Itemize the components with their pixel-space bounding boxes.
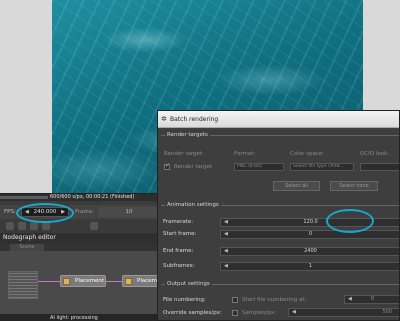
subframes-value: 1 <box>308 263 313 269</box>
fps-value: 240.000 <box>33 209 57 215</box>
framerate-slider[interactable]: ◀ 120.0 <box>220 218 399 227</box>
format-select[interactable]: PNG (8-bit) <box>234 163 284 171</box>
frame-field[interactable]: 10 <box>98 207 160 217</box>
render-target-header: Render target: <box>164 151 204 157</box>
end-frame-slider[interactable]: ◀ 2400 <box>220 247 399 256</box>
node-wire <box>38 281 60 282</box>
render-target-checkbox[interactable] <box>164 162 170 170</box>
nodegraph-canvas[interactable]: Placement Placement <box>0 251 166 314</box>
mesh-thumbnail <box>8 271 38 299</box>
start-frame-slider[interactable]: ◀ 0 <box>220 230 399 239</box>
start-frame-label: Start frame: <box>163 231 197 237</box>
placement-node-1[interactable]: Placement <box>60 275 106 287</box>
step-forward-icon[interactable] <box>42 222 50 230</box>
play-icon[interactable] <box>30 222 38 230</box>
dialog-title: Batch rendering <box>170 116 219 123</box>
section-output-settings[interactable]: Output settings <box>161 280 399 289</box>
frame-value: 10 <box>125 209 133 215</box>
slider-arrow-icon: ◀ <box>348 296 352 302</box>
colorspace-value: Select file type (#0B... <box>293 164 344 169</box>
select-all-button[interactable]: Select all <box>273 181 320 191</box>
render-viewport-panel: 600/600 s/px, 00:00:21 (Finished) FPS: ◀… <box>0 193 166 321</box>
render-status-bar: 600/600 s/px, 00:00:21 (Finished) <box>0 194 160 201</box>
framerate-value: 120.0 <box>303 219 318 225</box>
ai-light-status: AI light: processing <box>50 315 98 321</box>
end-frame-value: 2400 <box>304 248 317 254</box>
override-samples-checkbox[interactable] <box>232 310 238 316</box>
section-title: Render targets <box>165 132 210 138</box>
samples-per-px-value: 500 <box>382 309 392 315</box>
timeline-pause-icon[interactable] <box>90 222 98 230</box>
file-numbering-label: File numbering: <box>163 297 206 303</box>
override-samples-label: Override samples/px: <box>163 310 222 316</box>
tab-scene[interactable]: Scene <box>10 244 44 251</box>
render-progress-bar <box>0 196 48 199</box>
framerate-label: Framerate: <box>163 219 194 225</box>
frame-label: Frame: <box>75 209 94 215</box>
file-numbering-checkbox-label: Start file numbering at: <box>242 297 307 303</box>
rewind-icon[interactable] <box>6 222 14 230</box>
section-render-targets[interactable]: Render targets <box>161 131 399 140</box>
nodegraph-tabbar: Scene <box>0 243 160 251</box>
batch-rendering-dialog: ✲ Batch rendering Render targets Render … <box>157 110 400 321</box>
ocio-header: OCIO look: <box>360 151 390 157</box>
colorspace-header: Color space: <box>290 151 325 157</box>
file-numbering-value: 0 <box>370 296 375 302</box>
fps-increase-icon[interactable]: ▶ <box>61 208 65 216</box>
slider-arrow-icon: ◀ <box>224 248 228 254</box>
placement-node-icon <box>125 278 132 285</box>
slider-arrow-icon: ◀ <box>292 309 296 315</box>
subframes-label: Subframes: <box>163 263 195 269</box>
placement-node-2[interactable]: Placement <box>122 275 166 287</box>
node-label: Placement <box>75 278 105 284</box>
ocio-select[interactable] <box>360 163 399 171</box>
file-numbering-checkbox[interactable] <box>232 297 238 303</box>
render-target-row-label: Render target <box>174 164 213 170</box>
colorspace-select[interactable]: Select file type (#0B... <box>290 163 354 171</box>
slider-arrow-icon: ◀ <box>224 219 228 225</box>
slider-arrow-icon: ◀ <box>224 263 228 269</box>
section-title: Output settings <box>165 281 212 287</box>
format-value: PNG (8-bit) <box>237 164 262 169</box>
node-wire <box>106 281 122 282</box>
fps-row: FPS: ◀ 240.000 ▶ Frame: 10 <box>0 205 160 219</box>
format-header: Format: <box>234 151 256 157</box>
gear-icon: ✲ <box>161 115 167 123</box>
transport-controls <box>0 220 160 232</box>
fps-field[interactable]: ◀ 240.000 ▶ <box>21 207 69 217</box>
file-numbering-start[interactable]: ◀ 0 <box>344 295 399 304</box>
samples-per-px-slider[interactable]: ◀ 500 <box>288 308 399 317</box>
override-samples-checkbox-label: Samples/px: <box>242 310 276 316</box>
fps-decrease-icon[interactable]: ◀ <box>25 208 29 216</box>
section-title: Animation settings <box>165 202 221 208</box>
end-frame-label: End frame: <box>163 248 194 254</box>
placement-node-icon <box>63 278 70 285</box>
dialog-titlebar[interactable]: ✲ Batch rendering <box>158 111 399 128</box>
nodegraph-title: Nodegraph editor <box>0 233 160 243</box>
subframes-slider[interactable]: ◀ 1 <box>220 262 399 271</box>
slider-arrow-icon: ◀ <box>224 231 228 237</box>
select-none-button[interactable]: Select none <box>330 181 378 191</box>
fps-label: FPS: <box>4 209 16 215</box>
section-animation-settings[interactable]: Animation settings <box>161 201 399 210</box>
start-frame-value: 0 <box>308 231 313 237</box>
bottom-status-bar: AI light: processing <box>0 314 160 321</box>
step-back-icon[interactable] <box>18 222 26 230</box>
render-status-text: 600/600 s/px, 00:00:21 (Finished) <box>50 194 135 200</box>
